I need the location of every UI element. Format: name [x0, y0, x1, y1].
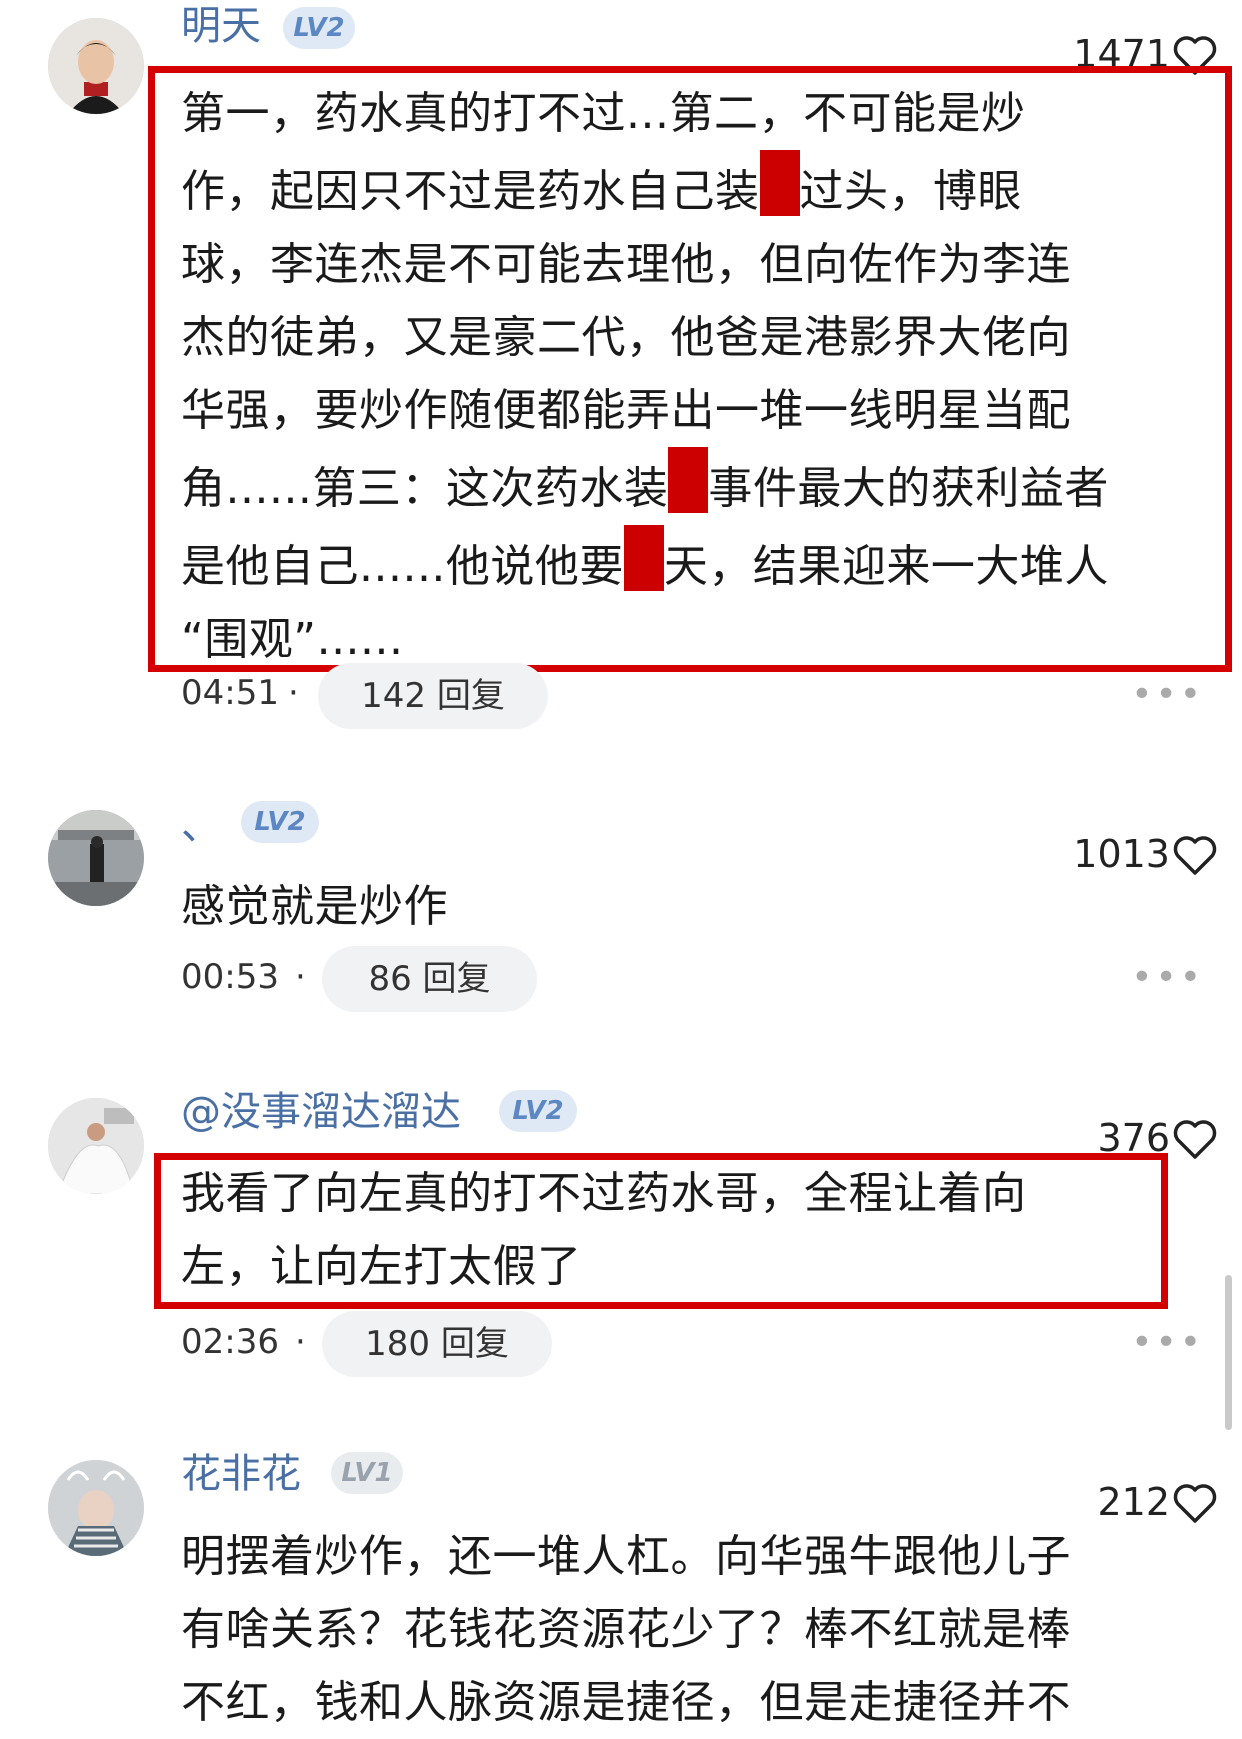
level-badge: LV2 — [283, 7, 355, 49]
comment-text: 感觉就是炒作 — [181, 881, 448, 932]
dot-separator: · — [288, 673, 299, 713]
username[interactable]: 、 — [181, 800, 221, 852]
dot-separator: · — [295, 957, 306, 997]
reply-count-button[interactable]: 180 回复 — [322, 1311, 552, 1377]
level-badge: LV2 — [241, 801, 319, 843]
text-line: 明摆着炒作，还一堆人杠。向华强牛跟他儿子 — [181, 1531, 1071, 1582]
username[interactable]: 明天 — [181, 0, 261, 52]
comment-text: 明摆着炒作，还一堆人杠。向华强牛跟他儿子 有啥关系？花钱花资源花少了？棒不红就是… — [181, 1520, 1071, 1739]
highlight-box — [154, 1153, 1168, 1309]
more-options-button[interactable]: ••• — [1131, 1325, 1204, 1361]
avatar[interactable] — [48, 810, 144, 906]
text-line: 有啥关系？花钱花资源花少了？棒不红就是棒 — [181, 1604, 1071, 1655]
comment-time: 00:53 — [181, 957, 279, 997]
more-options-button[interactable]: ••• — [1131, 960, 1204, 996]
comment-time: 04:51 — [181, 673, 279, 713]
level-badge: LV2 — [499, 1090, 577, 1132]
text-line: 不红，钱和人脉资源是捷径，但是走捷径并不 — [181, 1677, 1071, 1728]
like-count: 1013 — [1073, 832, 1170, 876]
like-count: 212 — [1097, 1480, 1170, 1524]
comment-time: 02:36 — [181, 1322, 279, 1362]
heart-icon[interactable] — [1172, 1482, 1218, 1524]
reply-count-button[interactable]: 86 回复 — [322, 946, 537, 1012]
avatar[interactable] — [48, 1460, 144, 1556]
level-badge: LV1 — [331, 1452, 403, 1494]
highlight-box — [148, 66, 1232, 672]
heart-icon[interactable] — [1172, 1118, 1218, 1160]
avatar[interactable] — [48, 1098, 144, 1194]
avatar[interactable] — [48, 18, 144, 114]
username[interactable]: 花非花 — [181, 1448, 301, 1500]
username[interactable]: @没事溜达溜达 — [181, 1086, 461, 1138]
heart-icon[interactable] — [1172, 834, 1218, 876]
more-options-button[interactable]: ••• — [1131, 677, 1204, 713]
dot-separator: · — [295, 1322, 306, 1362]
scrollbar[interactable] — [1225, 1275, 1232, 1430]
reply-count-button[interactable]: 142 回复 — [318, 663, 548, 729]
